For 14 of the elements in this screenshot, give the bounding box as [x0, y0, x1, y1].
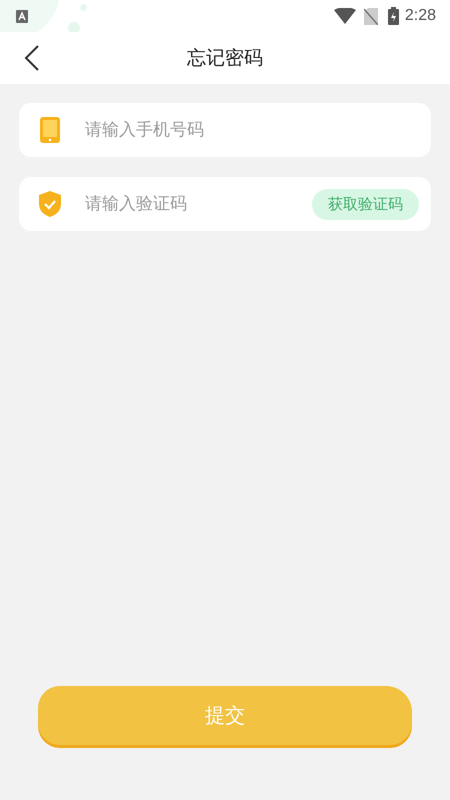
code-input[interactable]: 请输入验证码: [83, 188, 312, 220]
submit-button[interactable]: 提交: [38, 686, 412, 745]
page-title: 忘记密码: [187, 46, 263, 71]
wifi-icon: [334, 8, 356, 24]
battery-icon: [388, 7, 399, 25]
notification-icon: [16, 10, 28, 22]
phone-field[interactable]: 请输入手机号码: [19, 103, 431, 157]
clock-time: 2:28: [404, 7, 436, 25]
phone-input[interactable]: 请输入手机号码: [83, 114, 419, 146]
code-field[interactable]: 请输入验证码 获取验证码: [19, 177, 431, 231]
get-code-button[interactable]: 获取验证码: [312, 188, 419, 220]
shield-check-icon: [39, 191, 61, 217]
phone-icon: [40, 117, 60, 143]
no-sim-icon: [364, 8, 378, 24]
